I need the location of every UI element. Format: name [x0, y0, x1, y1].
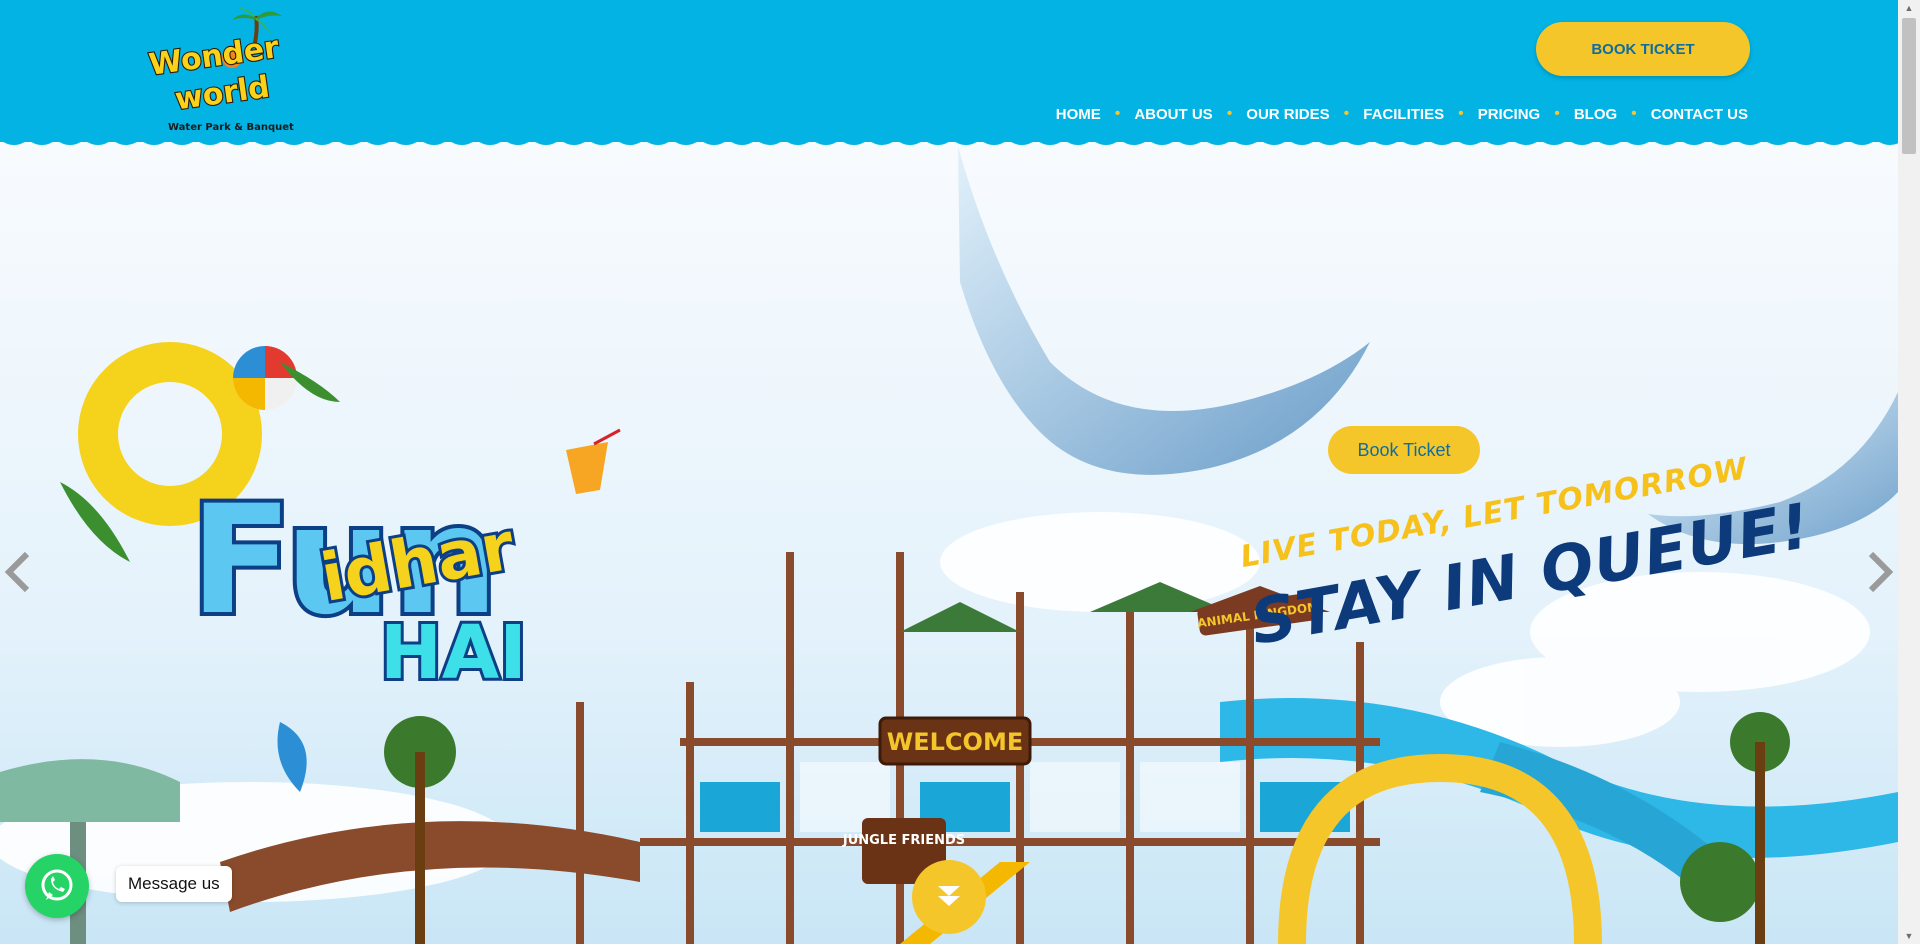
main-nav: HOME • ABOUT US • OUR RIDES • FACILITIES… [1056, 102, 1750, 126]
logo-graphic: Wonder world Water Park & Banquet [146, 8, 294, 133]
chevron-left-icon [4, 551, 30, 593]
nav-separator-dot: • [1458, 105, 1464, 122]
header-wave-border [0, 134, 1898, 145]
book-ticket-button-hero[interactable]: Book Ticket [1328, 426, 1480, 474]
whatsapp-message-label[interactable]: Message us [116, 866, 232, 902]
logo-subtext: Water Park & Banquet [168, 122, 294, 133]
nav-home[interactable]: HOME [1054, 106, 1103, 123]
nav-separator-dot: • [1554, 105, 1560, 122]
double-chevron-down-icon [938, 886, 960, 906]
site-logo[interactable]: Wonder world Water Park & Banquet [146, 8, 306, 136]
scroll-up-arrow-icon[interactable]: ▲ [1898, 0, 1920, 16]
slider-next-button[interactable] [1862, 546, 1898, 598]
nav-about-us[interactable]: ABOUT US [1132, 106, 1214, 123]
slider-prev-button[interactable] [0, 546, 36, 598]
jungle-friends-text: JUNGLE FRIENDS [842, 833, 965, 848]
nav-blog[interactable]: BLOG [1572, 106, 1619, 123]
nav-separator-dot: • [1343, 105, 1350, 122]
site-header: Wonder world Water Park & Banquet BOOK T… [0, 0, 1898, 142]
nav-contact-us[interactable]: CONTACT US [1649, 106, 1750, 123]
chevron-right-icon [1868, 551, 1894, 593]
welcome-sign-text: WELCOME [887, 728, 1023, 756]
hero-slider: WELCOME JUNGLE FRIENDS ANIMAL KINGDOM Fu… [0, 142, 1898, 944]
nav-separator-dot: • [1631, 105, 1637, 122]
scroll-down-button[interactable] [912, 860, 986, 934]
whatsapp-icon [41, 869, 73, 901]
nav-facilities[interactable]: FACILITIES [1361, 106, 1446, 123]
nav-our-rides[interactable]: OUR RIDES [1244, 106, 1331, 123]
whatsapp-button[interactable] [25, 854, 89, 918]
nav-pricing[interactable]: PRICING [1476, 106, 1543, 123]
page-scrollbar[interactable]: ▲ ▼ [1898, 0, 1920, 944]
nav-separator-dot: • [1114, 105, 1121, 122]
scrollbar-thumb[interactable] [1902, 18, 1916, 154]
book-ticket-button-header[interactable]: BOOK TICKET [1536, 22, 1750, 76]
scroll-down-arrow-icon[interactable]: ▼ [1898, 928, 1920, 944]
nav-separator-dot: • [1226, 105, 1233, 122]
hai-text: HAI [380, 610, 527, 696]
